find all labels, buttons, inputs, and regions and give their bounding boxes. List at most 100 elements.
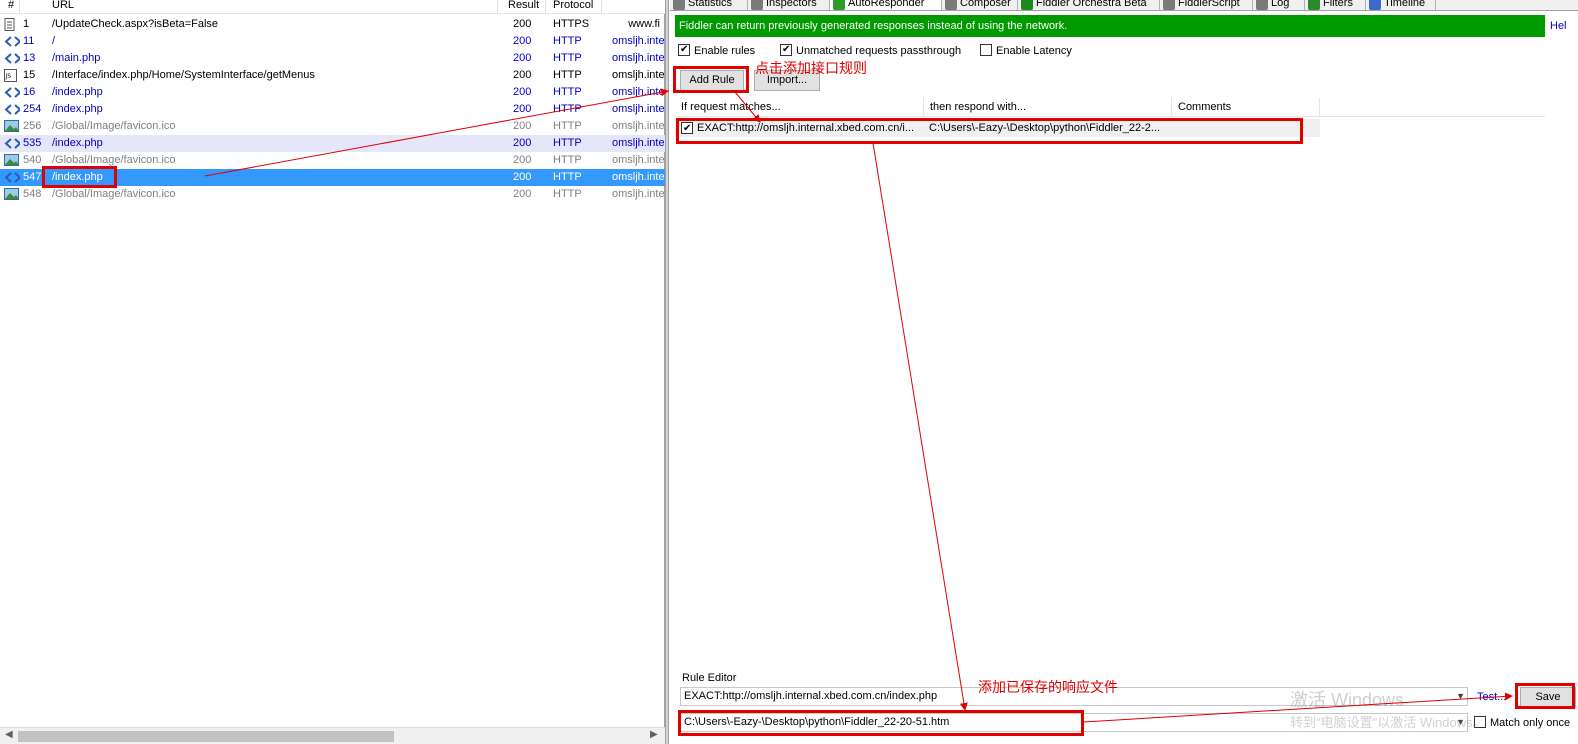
session-host: omsljh.inte — [612, 69, 664, 81]
session-host: omsljh.inte — [612, 103, 664, 115]
session-row[interactable]: 256/Global/Image/favicon.ico 200 HTTP omslj… — [0, 118, 665, 135]
windows-watermark-sub: 转到"电脑设置"以激活 Windows。 — [1290, 715, 1486, 730]
log-icon — [1256, 0, 1268, 10]
session-host: omsljh.inte — [612, 137, 664, 149]
session-protocol: HTTPS — [553, 18, 590, 30]
column-header-number[interactable]: # — [8, 0, 14, 11]
session-protocol: HTTP — [553, 35, 582, 47]
session-number: 254 — [23, 103, 42, 115]
tab-filters[interactable]: Filters — [1305, 0, 1366, 10]
session-row[interactable]: 535/index.php 200 HTTP omsljh.inte — [0, 135, 665, 152]
image-icon — [4, 120, 20, 133]
match-only-once-checkbox[interactable]: Match only once — [1474, 716, 1570, 730]
document-icon — [4, 18, 20, 31]
tab-label: FiddlerScript — [1178, 0, 1240, 9]
image-icon — [4, 188, 20, 201]
tab-statistics[interactable]: Statistics — [670, 0, 748, 10]
scrollbar-thumb[interactable] — [18, 731, 394, 742]
session-row[interactable]: JS 15/Interface/index.php/Home/SystemInte… — [0, 67, 665, 84]
script-icon — [1163, 0, 1175, 10]
tab-label: Statistics — [688, 0, 733, 9]
help-link[interactable]: Hel — [1550, 15, 1567, 37]
session-result: 200 — [513, 69, 532, 81]
tab-fiddlerscript[interactable]: FiddlerScript — [1160, 0, 1253, 10]
session-host: omsljh.inte — [612, 188, 664, 200]
session-result: 200 — [513, 171, 532, 183]
enable-latency-checkbox[interactable]: Enable Latency — [980, 44, 1072, 58]
session-host: omsljh.inte — [612, 171, 664, 183]
session-protocol: HTTP — [553, 69, 582, 81]
session-result: 200 — [513, 35, 532, 47]
svg-text:JS: JS — [5, 73, 12, 80]
session-host: omsljh.inte — [612, 154, 664, 166]
session-row[interactable]: 11 / 200 HTTP omsljh.inte — [0, 33, 665, 50]
latency-check-icon[interactable] — [980, 44, 992, 56]
session-row[interactable]: 254/index.php 200 HTTP omsljh.inte — [0, 101, 665, 118]
session-number: 13 — [23, 52, 36, 64]
session-result: 200 — [513, 188, 532, 200]
session-number: 16 — [23, 86, 36, 98]
windows-watermark: 激活 Windows — [1290, 690, 1405, 710]
session-url: / — [52, 35, 56, 47]
code-arrows-icon — [4, 171, 20, 184]
session-result: 200 — [513, 103, 532, 115]
tab-inspectors[interactable]: Inspectors — [748, 0, 830, 10]
enable-rules-check-icon[interactable] — [678, 43, 690, 57]
horizontal-scrollbar[interactable]: ◀ ▶ — [0, 727, 665, 744]
autoresponder-pane: Statistics Inspectors AutoResponder Compose… — [670, 0, 1578, 744]
session-protocol: HTTP — [553, 154, 582, 166]
session-result: 200 — [513, 52, 532, 64]
column-header-protocol[interactable]: Protocol — [553, 0, 593, 11]
session-row[interactable]: 1/UpdateCheck.aspx?isBeta=False 200 HTTPS w… — [0, 16, 665, 33]
column-header-match[interactable]: If request matches... — [675, 98, 924, 117]
session-url: /Global/Image/favicon.ico — [52, 188, 176, 200]
session-host: omsljh.inte — [612, 120, 664, 132]
session-number: 548 — [23, 188, 42, 200]
tab-label: Inspectors — [766, 0, 817, 9]
session-row[interactable]: 16/index.php 200 HTTP omsljh.inte — [0, 84, 665, 101]
rule-editor-title: Rule Editor — [682, 672, 737, 684]
pencil-icon — [945, 0, 957, 10]
tab-timeline[interactable]: Timeline — [1366, 0, 1436, 10]
pane-splitter[interactable] — [665, 0, 669, 744]
column-header-comments[interactable]: Comments — [1172, 98, 1320, 117]
tab-log[interactable]: Log — [1253, 0, 1305, 10]
tab-composer[interactable]: Composer — [942, 0, 1018, 10]
session-url: /index.php — [52, 171, 103, 183]
column-header-url[interactable]: URL — [52, 0, 74, 11]
session-result: 200 — [513, 137, 532, 149]
unmatched-passthrough-checkbox[interactable]: Unmatched requests passthrough — [780, 43, 961, 58]
tab-fiddler-orchestra-beta[interactable]: Fiddler Orchestra Beta — [1018, 0, 1160, 10]
session-row[interactable]: 548/Global/Image/favicon.ico 200 HTTP omslj… — [0, 186, 665, 203]
tab-label: Filters — [1323, 0, 1353, 9]
code-arrows-icon — [4, 52, 20, 65]
tab-label: Fiddler Orchestra Beta — [1036, 0, 1147, 9]
column-header-respond[interactable]: then respond with... — [924, 98, 1172, 117]
annotation-note-response-file: 添加已保存的响应文件 — [978, 680, 1118, 696]
tab-label: AutoResponder — [848, 0, 925, 9]
scroll-left-icon[interactable]: ◀ — [5, 729, 13, 740]
session-url: /index.php — [52, 137, 103, 149]
code-arrows-icon — [4, 86, 20, 99]
tab-label: Composer — [960, 0, 1011, 9]
test-link[interactable]: Test... — [1477, 690, 1506, 704]
session-result: 200 — [513, 154, 532, 166]
chevron-down-icon[interactable]: ▼ — [1456, 688, 1465, 705]
session-number: 256 — [23, 120, 42, 132]
unmatched-check-icon[interactable] — [780, 43, 792, 57]
tab-strip: Statistics Inspectors AutoResponder Compose… — [670, 0, 1578, 11]
session-host: omsljh.inte — [612, 52, 664, 64]
code-arrows-icon — [4, 103, 20, 116]
image-icon — [4, 154, 20, 167]
code-arrows-icon — [4, 137, 20, 150]
scroll-right-icon[interactable]: ▶ — [650, 729, 658, 740]
annotation-box-add-rule — [673, 66, 749, 93]
tab-label: Log — [1271, 0, 1290, 9]
session-row[interactable]: 13/main.php 200 HTTP omsljh.inte — [0, 50, 665, 67]
tab-autoresponder[interactable]: AutoResponder — [830, 0, 942, 10]
enable-rules-checkbox[interactable]: Enable rules — [678, 43, 755, 58]
checkbox-icon — [1308, 0, 1320, 10]
session-protocol: HTTP — [553, 137, 582, 149]
column-header-result[interactable]: Result — [508, 0, 539, 11]
session-url: /index.php — [52, 86, 103, 98]
